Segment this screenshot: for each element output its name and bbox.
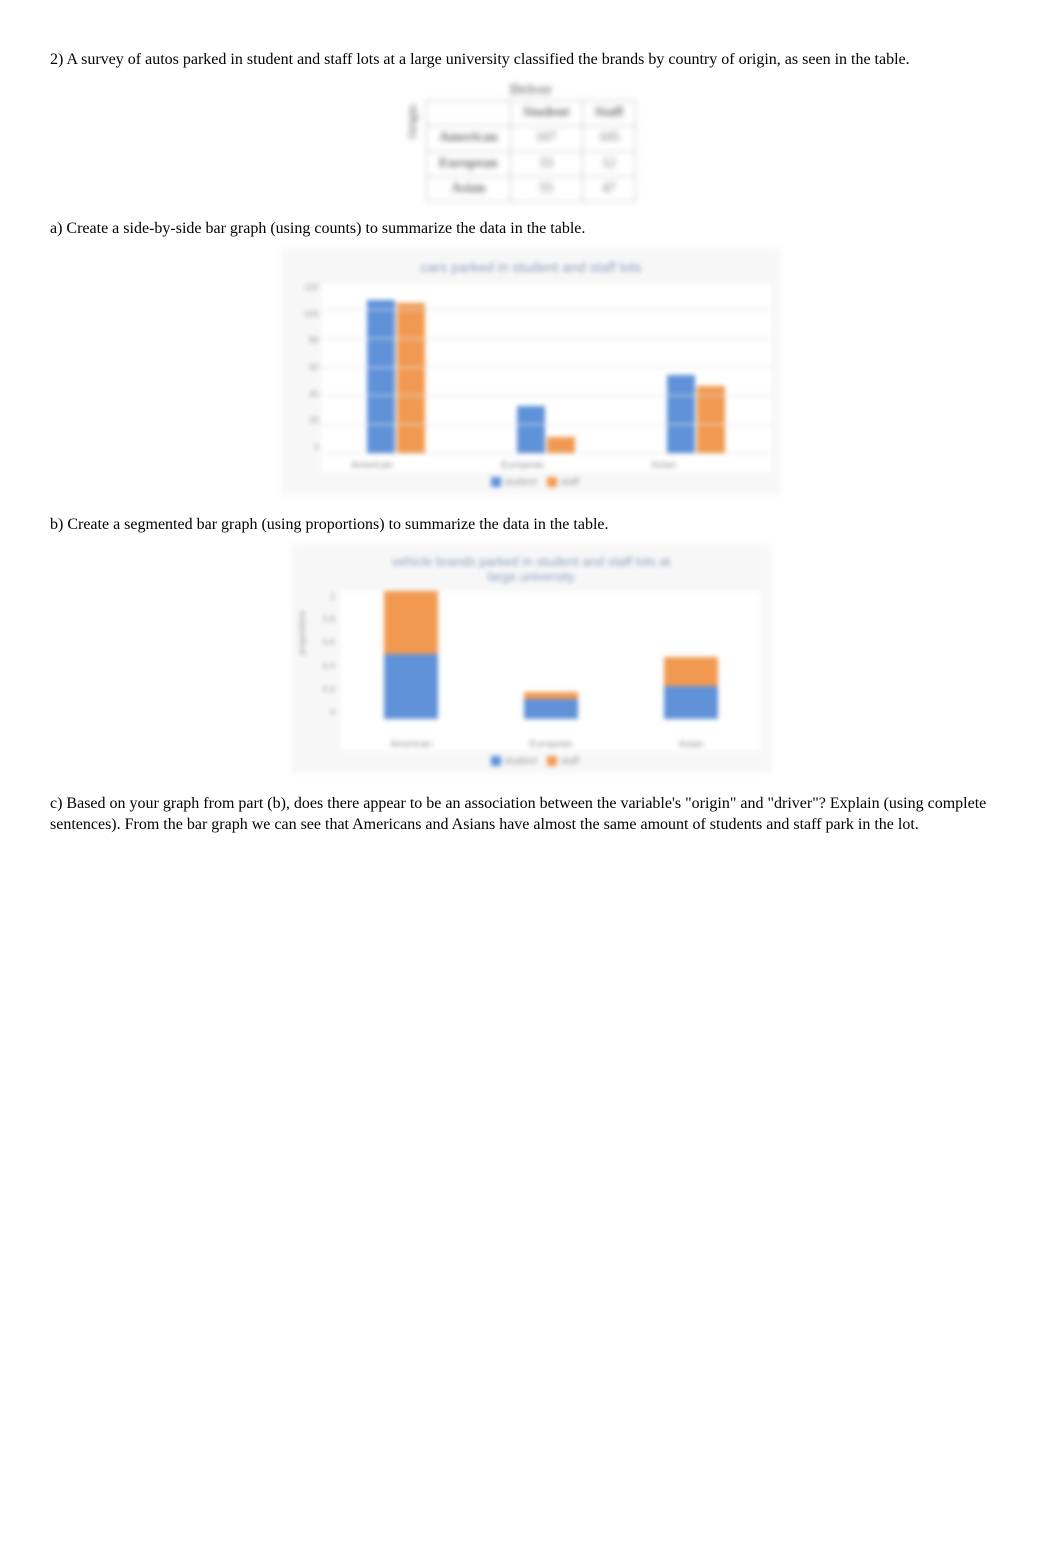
segmented-bar (384, 591, 438, 719)
bar-group (351, 300, 441, 453)
segment-student (524, 699, 578, 719)
segmented-bar (524, 692, 578, 719)
legend-swatch-staff (547, 477, 557, 487)
chart-a-title: cars parked in student and staff lots (291, 258, 771, 276)
segmented-chart: vehicle brands parked in student and sta… (291, 544, 771, 774)
side-by-side-chart: cars parked in student and staff lots 12… (281, 248, 781, 495)
bar-staff (397, 303, 425, 454)
segment-staff (384, 591, 438, 654)
legend-swatch-staff (547, 756, 557, 766)
table-row: European 33 12 (426, 151, 636, 176)
col-student: Student (510, 101, 582, 126)
bar-staff (547, 437, 575, 454)
segmented-bar (664, 657, 718, 719)
bar-group (651, 375, 741, 454)
legend-swatch-student (491, 756, 501, 766)
part-c-text: c) Based on your graph from part (b), do… (50, 794, 1012, 836)
table-side-label: Origin (405, 105, 421, 139)
bar-student (667, 375, 695, 454)
bar-student (367, 300, 395, 453)
segment-staff (664, 657, 718, 685)
question-2-text: 2) A survey of autos parked in student a… (50, 50, 1012, 71)
col-staff: Staff (582, 101, 636, 126)
segment-student (384, 654, 438, 719)
origin-driver-table: Origin Driver Student Staff American 107… (341, 81, 721, 201)
segment-staff (524, 692, 578, 699)
bar-group (501, 406, 591, 453)
chart-b-legend: student staff (301, 755, 761, 768)
bar-staff (697, 386, 725, 453)
chart-b-title: vehicle brands parked in student and sta… (301, 554, 761, 585)
table-top-header: Driver (341, 81, 721, 101)
legend-swatch-student (491, 477, 501, 487)
segment-student (664, 686, 718, 719)
part-b-text: b) Create a segmented bar graph (using p… (50, 515, 1012, 536)
chart-a-legend: student staff (291, 476, 771, 489)
table-row: Asian 55 47 (426, 176, 636, 201)
bar-student (517, 406, 545, 453)
part-a-text: a) Create a side-by-side bar graph (usin… (50, 219, 1012, 240)
table-row: American 107 105 (426, 126, 636, 151)
